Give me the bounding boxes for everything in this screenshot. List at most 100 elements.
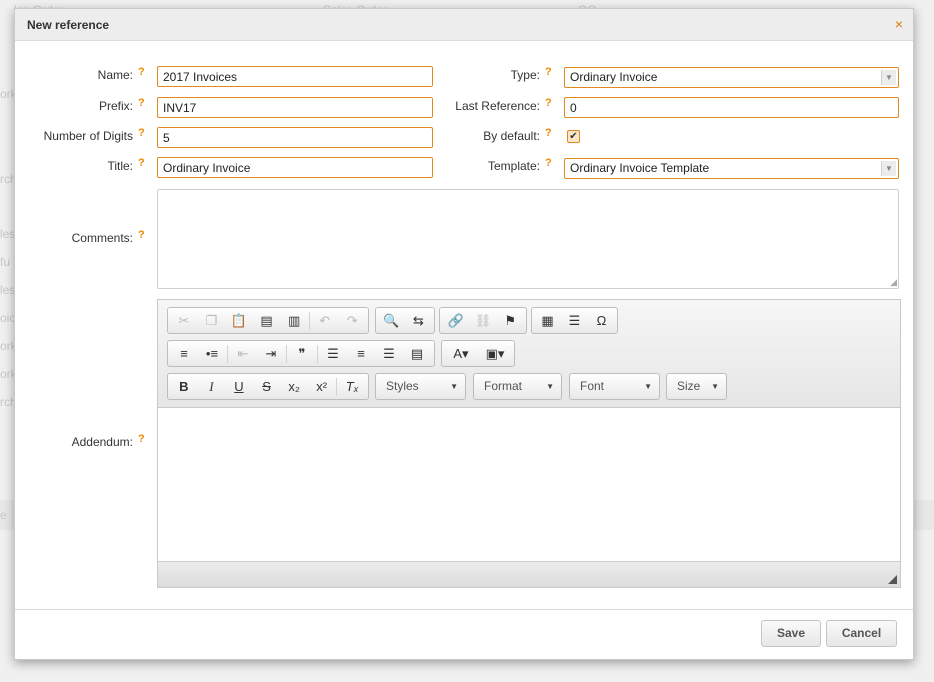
save-button[interactable]: Save	[761, 620, 821, 647]
chevron-down-icon: ▼	[711, 382, 719, 391]
editor-toolbar: ✂ ❐ 📋 ▤ ▥ ↶ ↷ 🔍 ⇆ 🔗 ⛓ ⚑ ▦ ☰ Ω ≡ •≡ ⇤ ⇥ ❞…	[158, 300, 900, 408]
comments-textarea[interactable]: ◢	[157, 189, 899, 289]
separator	[317, 344, 318, 363]
name-field[interactable]	[157, 66, 433, 87]
help-icon[interactable]: ?	[138, 157, 145, 169]
separator	[227, 344, 228, 363]
bulleted-list-icon[interactable]: •≡	[198, 343, 226, 365]
link-icon[interactable]: 🔗	[442, 310, 469, 332]
paste-icon[interactable]: 📋	[225, 310, 253, 332]
help-icon[interactable]: ?	[545, 127, 552, 139]
paste-word-icon[interactable]: ▥	[280, 310, 308, 332]
blockquote-icon[interactable]: ❞	[288, 343, 316, 365]
undo-icon[interactable]: ↶	[311, 310, 339, 332]
help-icon[interactable]: ?	[138, 127, 145, 139]
title-field[interactable]	[157, 157, 433, 178]
special-char-icon[interactable]: Ω	[588, 310, 615, 332]
help-icon[interactable]: ?	[138, 433, 145, 445]
dialog-header: New reference ×	[15, 9, 913, 41]
text-color-icon[interactable]: A▾	[444, 343, 478, 365]
anchor-icon[interactable]: ⚑	[497, 310, 524, 332]
by-default-checkbox[interactable]: ✔	[567, 130, 580, 143]
numbered-list-icon[interactable]: ≡	[170, 343, 198, 365]
horizontal-line-icon[interactable]: ☰	[561, 310, 588, 332]
title-label: Title:	[107, 159, 133, 173]
editor-footer	[158, 561, 900, 587]
template-select-value: Ordinary Invoice Template	[570, 161, 710, 175]
digits-field[interactable]	[157, 127, 433, 148]
size-combo[interactable]: Size ▼	[666, 373, 727, 400]
outdent-icon[interactable]: ⇤	[229, 343, 257, 365]
bg-text: e	[0, 508, 7, 522]
paste-text-icon[interactable]: ▤	[253, 310, 281, 332]
size-combo-label: Size	[677, 379, 701, 393]
remove-format-icon[interactable]: Tₓ	[338, 376, 366, 398]
table-icon[interactable]: ▦	[534, 310, 561, 332]
help-icon[interactable]: ?	[545, 66, 552, 78]
help-icon[interactable]: ?	[138, 229, 145, 241]
styles-combo[interactable]: Styles ▼	[375, 373, 466, 400]
unlink-icon[interactable]: ⛓	[469, 310, 496, 332]
template-select[interactable]: Ordinary Invoice Template ▼	[564, 158, 899, 179]
separator	[286, 344, 287, 363]
bg-text: fu	[0, 255, 11, 269]
justify-icon[interactable]: ▤	[403, 343, 431, 365]
font-combo[interactable]: Font ▼	[569, 373, 660, 400]
last-reference-field[interactable]	[564, 97, 899, 118]
basic-styles-group: B I U S x₂ x² Tₓ	[167, 373, 369, 400]
align-center-icon[interactable]: ≡	[347, 343, 375, 365]
cut-icon[interactable]: ✂	[170, 310, 198, 332]
align-left-icon[interactable]: ☰	[319, 343, 347, 365]
resize-grip-icon[interactable]: ◢	[890, 278, 897, 287]
chevron-down-icon[interactable]: ▼	[881, 161, 896, 176]
addendum-editor: ✂ ❐ 📋 ▤ ▥ ↶ ↷ 🔍 ⇆ 🔗 ⛓ ⚑ ▦ ☰ Ω ≡ •≡ ⇤ ⇥ ❞…	[157, 299, 901, 588]
chevron-down-icon[interactable]: ▼	[881, 70, 896, 85]
last-reference-label: Last Reference:	[455, 99, 540, 113]
underline-icon[interactable]: U	[225, 376, 253, 398]
bg-color-icon[interactable]: ▣▾	[478, 343, 512, 365]
find-icon[interactable]: 🔍	[378, 310, 405, 332]
redo-icon[interactable]: ↷	[338, 310, 366, 332]
digits-label: Number of Digits	[43, 129, 133, 143]
cancel-button[interactable]: Cancel	[826, 620, 897, 647]
copy-icon[interactable]: ❐	[198, 310, 226, 332]
format-combo-label: Format	[484, 379, 523, 393]
prefix-field[interactable]	[157, 97, 433, 118]
align-right-icon[interactable]: ☰	[375, 343, 403, 365]
link-group: 🔗 ⛓ ⚑	[439, 307, 527, 334]
type-select[interactable]: Ordinary Invoice ▼	[564, 67, 899, 88]
replace-icon[interactable]: ⇆	[405, 310, 432, 332]
chevron-down-icon: ▼	[644, 382, 652, 391]
indent-icon[interactable]: ⇥	[257, 343, 285, 365]
dialog-title: New reference	[27, 18, 110, 32]
bold-icon[interactable]: B	[170, 376, 198, 398]
help-icon[interactable]: ?	[138, 66, 145, 78]
font-combo-label: Font	[580, 379, 605, 393]
prefix-label: Prefix:	[98, 99, 133, 113]
find-group: 🔍 ⇆	[375, 307, 435, 334]
clipboard-group: ✂ ❐ 📋 ▤ ▥ ↶ ↷	[167, 307, 369, 334]
strike-icon[interactable]: S	[253, 376, 281, 398]
addendum-label: Addendum:	[71, 435, 133, 449]
resize-grip-icon[interactable]	[888, 575, 897, 584]
separator	[308, 311, 310, 330]
color-group: A▾ ▣▾	[441, 340, 515, 367]
new-reference-dialog: New reference × Name: ? Prefix: ? Number…	[14, 8, 914, 660]
separator	[336, 377, 338, 396]
paragraph-group: ≡ •≡ ⇤ ⇥ ❞ ☰ ≡ ☰ ▤	[167, 340, 435, 367]
chevron-down-icon: ▼	[450, 382, 458, 391]
close-icon[interactable]: ×	[895, 17, 903, 31]
addendum-edit-area[interactable]	[158, 408, 900, 561]
italic-icon[interactable]: I	[198, 376, 226, 398]
name-label: Name:	[97, 68, 133, 82]
template-label: Template:	[487, 159, 540, 173]
chevron-down-icon: ▼	[546, 382, 554, 391]
styles-combo-label: Styles	[386, 379, 419, 393]
help-icon[interactable]: ?	[545, 97, 552, 109]
help-icon[interactable]: ?	[545, 157, 552, 169]
help-icon[interactable]: ?	[138, 97, 145, 109]
superscript-icon[interactable]: x²	[308, 376, 336, 398]
subscript-icon[interactable]: x₂	[280, 376, 308, 398]
insert-group: ▦ ☰ Ω	[531, 307, 618, 334]
format-combo[interactable]: Format ▼	[473, 373, 562, 400]
